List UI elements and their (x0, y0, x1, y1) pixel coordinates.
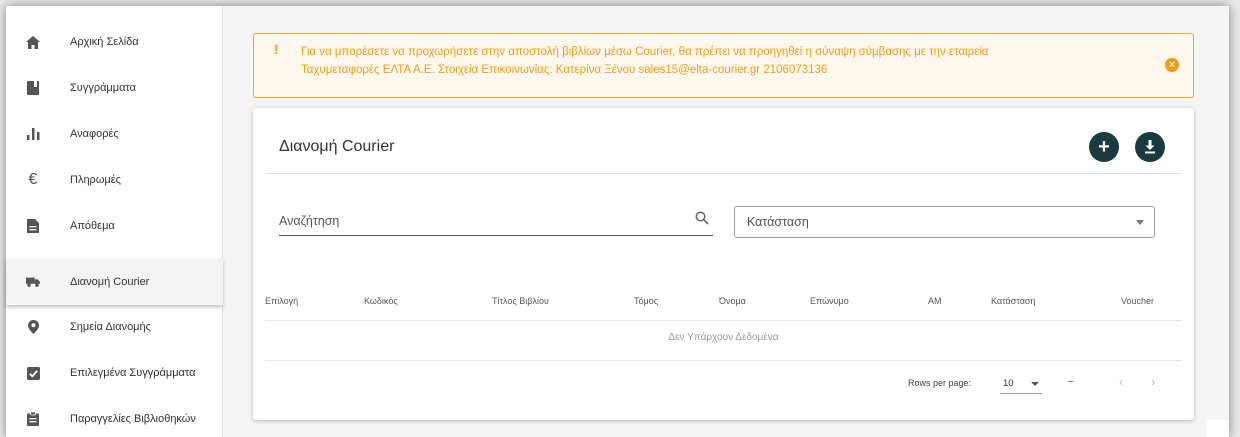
sidebar-item-label: Σημεία Διανομής (70, 321, 151, 333)
sidebar-item-reports[interactable]: Αναφορές (6, 111, 223, 157)
search-icon (695, 211, 709, 225)
sidebar-item-label: Διανομή Courier (70, 276, 150, 288)
column-header-first-name[interactable]: Όνομα (719, 296, 746, 306)
column-header-last-name[interactable]: Επώνυμο (810, 296, 849, 306)
sidebar-item-stock[interactable]: Απόθεμα (6, 203, 223, 249)
sidebar-item-label: Αναφορές (70, 128, 119, 140)
page-title: Διανομή Courier (279, 138, 395, 155)
empty-state-text: Δεν Υπάρχουν Δεδομένα (668, 332, 779, 343)
home-icon (26, 35, 40, 49)
sidebar-item-label: Πληρωμές (70, 174, 121, 186)
warning-icon: ! (274, 41, 279, 57)
search-placeholder: Αναζήτηση (279, 214, 340, 228)
sidebar-item-label: Αρχική Σελίδα (70, 36, 139, 48)
search-input[interactable]: Αναζήτηση (279, 206, 713, 236)
rows-per-page-select[interactable]: 10 (1000, 374, 1042, 394)
sidebar: Αρχική Σελίδα Συγγράμματα Αναφορές € Πλη… (6, 6, 223, 437)
sidebar-item-courier[interactable]: Διανομή Courier (6, 259, 223, 305)
status-placeholder: Κατάσταση (747, 215, 809, 229)
document-icon (26, 219, 40, 233)
alert-message: Για να μπορέσετε να προχωρήσετε στην απο… (301, 43, 1141, 79)
prev-page-button[interactable]: ‹ (1119, 374, 1123, 389)
sidebar-item-selected-books[interactable]: Επιλεγμένα Συγγράμματα (6, 350, 223, 396)
checkbox-icon (26, 366, 40, 380)
download-icon (1145, 140, 1155, 154)
column-header-volume[interactable]: Τόμος (634, 296, 658, 306)
column-header-title[interactable]: Τίτλος Βιβλίου (492, 296, 549, 306)
location-pin-icon (26, 320, 40, 334)
status-select[interactable]: Κατάσταση (734, 206, 1155, 238)
sidebar-item-payments[interactable]: € Πληρωμές (6, 157, 223, 203)
euro-icon: € (28, 171, 38, 188)
chevron-down-icon (1136, 220, 1144, 225)
bar-chart-icon (26, 127, 40, 141)
chevron-down-icon (1031, 382, 1039, 386)
footer-divider (265, 360, 1182, 361)
column-header-select[interactable]: Επιλογή (265, 296, 298, 306)
sidebar-item-distribution-points[interactable]: Σημεία Διανομής (6, 304, 223, 350)
rows-per-page-label: Rows per page: (908, 378, 972, 388)
sidebar-item-home[interactable]: Αρχική Σελίδα (6, 19, 223, 65)
column-header-voucher[interactable]: Voucher (1121, 296, 1154, 306)
clipboard-icon (26, 412, 40, 426)
courier-card: Διανομή Courier + Αναζήτηση Κατάσταση Επ… (253, 108, 1194, 420)
header-divider (265, 320, 1182, 321)
alert-line-1: Για να μπορέσετε να προχωρήσετε στην απο… (301, 46, 989, 58)
title-divider (265, 173, 1182, 174)
alert-line-2: Ταχυμεταφορές ΕΛΤΑ Α.Ε. Στοιχεία Επικοιν… (301, 64, 828, 76)
book-icon (26, 81, 40, 95)
rows-per-page-value: 10 (1003, 378, 1014, 389)
column-header-am[interactable]: AM (928, 296, 942, 306)
sidebar-item-books[interactable]: Συγγράμματα (6, 65, 223, 111)
next-page-button[interactable]: › (1151, 374, 1155, 389)
page-range: – (1068, 376, 1074, 387)
sidebar-item-label: Συγγράμματα (70, 82, 137, 94)
download-button[interactable] (1135, 132, 1165, 162)
close-icon[interactable]: ✕ (1165, 58, 1179, 72)
card-edge (1207, 420, 1229, 437)
truck-icon (26, 275, 40, 289)
sidebar-item-label: Επιλεγμένα Συγγράμματα (70, 367, 196, 379)
add-button[interactable]: + (1089, 132, 1119, 162)
column-header-code[interactable]: Κωδικός (364, 296, 398, 306)
column-header-status[interactable]: Κατάσταση (991, 296, 1035, 306)
courier-contract-alert: ! Για να μπορέσετε να προχωρήσετε στην α… (253, 33, 1194, 98)
sidebar-item-label: Απόθεμα (70, 220, 115, 232)
sidebar-item-library-orders[interactable]: Παραγγελίες Βιβλιοθηκών (6, 396, 223, 437)
sidebar-item-label: Παραγγελίες Βιβλιοθηκών (70, 413, 196, 425)
